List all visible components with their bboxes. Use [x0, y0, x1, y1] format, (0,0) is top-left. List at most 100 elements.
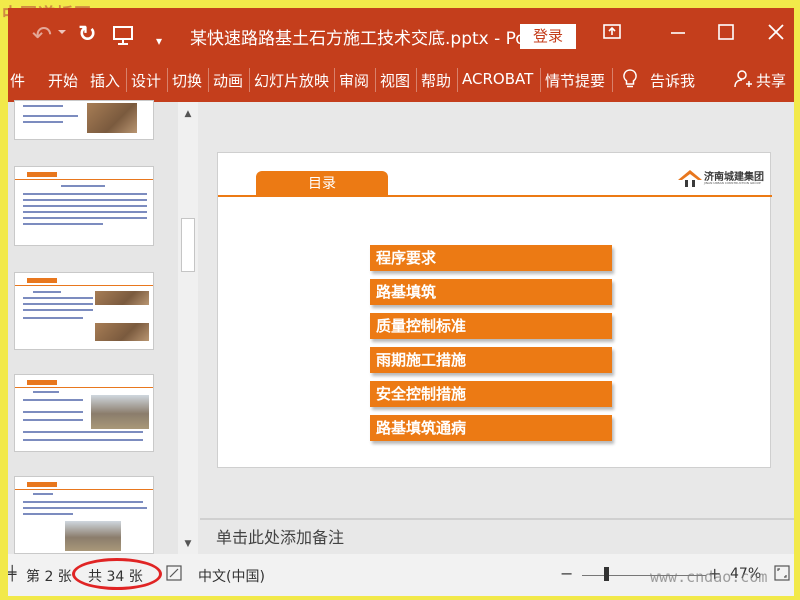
thumb-text-line: [23, 121, 63, 123]
thumb-photo: [95, 323, 149, 341]
accessibility-icon[interactable]: [166, 565, 182, 585]
thumb-photo: [65, 521, 121, 551]
present-from-start-icon[interactable]: [112, 24, 134, 50]
thumb-text-line: [33, 493, 53, 495]
undo-dropdown-icon[interactable]: [58, 30, 66, 34]
thumb-text-line: [23, 217, 147, 219]
current-slide[interactable]: 目录 济南城建集团 JINAN URBAN CONSTRUCTION GROUP…: [217, 152, 772, 468]
thumb-photo: [91, 395, 149, 429]
thumb-text-line: [23, 199, 147, 201]
thumb-text-line: [23, 431, 143, 433]
thumb-rule: [15, 489, 153, 490]
thumb-text-line: [23, 205, 147, 207]
thumb-photo: [95, 291, 149, 305]
lightbulb-icon[interactable]: [622, 68, 638, 94]
toc-item[interactable]: 路基填筑: [370, 279, 612, 305]
thumb-text-line: [23, 211, 147, 213]
tab-design[interactable]: 设计: [131, 70, 161, 91]
tab-separator: [334, 68, 335, 92]
notes-pane[interactable]: 单击此处添加备注: [200, 520, 794, 554]
title-bar: ↶ ↻ ▾ 某快速路路基土石方施工技术交底.pptx - Po... 登录: [8, 8, 794, 60]
tell-me-search[interactable]: 告诉我: [650, 70, 695, 91]
tab-help[interactable]: 帮助: [421, 70, 451, 91]
slide-thumbnail-2[interactable]: [14, 166, 154, 246]
thumb-text-line: [23, 317, 83, 319]
fit-to-window-icon[interactable]: [774, 565, 790, 585]
thumb-header: [27, 278, 57, 283]
tab-separator: [375, 68, 376, 92]
slide-thumbnail-3[interactable]: [14, 272, 154, 350]
thumb-rule: [15, 285, 153, 286]
thumb-text-line: [23, 501, 143, 503]
redo-icon[interactable]: ↻: [78, 22, 96, 48]
scroll-down-icon[interactable]: ▼: [182, 538, 194, 550]
customize-toolbar-icon[interactable]: ▾: [156, 28, 162, 54]
maximize-icon[interactable]: [708, 22, 744, 48]
slide-section-tab: 目录: [256, 171, 388, 195]
close-icon[interactable]: [758, 22, 794, 48]
toc-item[interactable]: 程序要求: [370, 245, 612, 271]
thumb-header: [27, 380, 57, 385]
zoom-slider-thumb[interactable]: [604, 567, 609, 581]
thumb-header: [27, 482, 57, 487]
powerpoint-window: ↶ ↻ ▾ 某快速路路基土石方施工技术交底.pptx - Po... 登录 件 …: [8, 8, 794, 596]
toc-item[interactable]: 路基填筑通病: [370, 415, 612, 441]
minimize-icon[interactable]: [660, 22, 696, 48]
slide-thumbnail-1[interactable]: [14, 100, 154, 140]
tab-animations[interactable]: 动画: [213, 70, 243, 91]
language-indicator[interactable]: 中文(中国): [198, 566, 265, 586]
slide-thumbnail-5[interactable]: [14, 476, 154, 554]
thumb-text-line: [23, 439, 143, 441]
thumb-text-line: [23, 105, 63, 107]
slide-counter-icon: ╪: [8, 566, 17, 582]
slide-thumbnail-4[interactable]: [14, 374, 154, 452]
thumb-header: [27, 172, 57, 177]
highlight-oval: [72, 558, 162, 590]
toc-item[interactable]: 雨期施工措施: [370, 347, 612, 373]
scrollbar-thumb[interactable]: [181, 218, 195, 272]
tab-separator: [416, 68, 417, 92]
undo-icon[interactable]: ↶: [32, 22, 52, 48]
tab-view[interactable]: 视图: [380, 70, 410, 91]
tab-separator: [208, 68, 209, 92]
document-title: 某快速路路基土石方施工技术交底.pptx - Po...: [190, 29, 542, 49]
tab-separator: [167, 68, 168, 92]
ribbon-tabs: 件 开始 插入 设计 切换 动画 幻灯片放映 审阅 视图 帮助 ACROBAT …: [8, 60, 794, 102]
tab-separator: [457, 68, 458, 92]
thumb-text-line: [23, 309, 93, 311]
thumb-text-line: [33, 391, 59, 393]
tab-separator: [249, 68, 250, 92]
thumbnail-scrollbar[interactable]: ▲ ▼: [178, 102, 198, 554]
scroll-up-icon[interactable]: ▲: [182, 108, 194, 120]
thumb-text-line: [23, 419, 83, 421]
toc-item[interactable]: 安全控制措施: [370, 381, 612, 407]
share-person-icon[interactable]: [734, 69, 752, 93]
thumb-text-line: [33, 291, 61, 293]
tab-acrobat[interactable]: ACROBAT: [462, 70, 533, 88]
tab-slideshow[interactable]: 幻灯片放映: [254, 70, 329, 91]
thumb-text-line: [23, 223, 103, 225]
thumb-rule: [15, 387, 153, 388]
slide-number[interactable]: 第 2 张: [26, 566, 72, 586]
thumb-text-line: [23, 507, 147, 509]
zoom-out-icon[interactable]: −: [560, 564, 573, 583]
tab-file[interactable]: 件: [10, 70, 25, 91]
ribbon-display-options-icon[interactable]: [594, 22, 630, 48]
thumb-rule: [15, 179, 153, 180]
thumb-text-line: [23, 513, 73, 515]
company-logo-icon: [678, 170, 702, 187]
thumb-text-line: [23, 303, 93, 305]
thumb-text-line: [23, 115, 78, 117]
tab-home[interactable]: 开始: [48, 70, 78, 91]
toc-item[interactable]: 质量控制标准: [370, 313, 612, 339]
thumb-text-line: [23, 297, 93, 299]
notes-placeholder[interactable]: 单击此处添加备注: [216, 524, 344, 548]
tab-review[interactable]: 审阅: [339, 70, 369, 91]
tab-transitions[interactable]: 切换: [172, 70, 202, 91]
tab-storyboarding[interactable]: 情节提要: [545, 70, 605, 91]
tab-insert[interactable]: 插入: [90, 70, 120, 91]
thumb-text-line: [23, 193, 147, 195]
login-button[interactable]: 登录: [520, 24, 576, 49]
thumb-photo: [87, 103, 137, 133]
share-button[interactable]: 共享: [756, 70, 786, 91]
